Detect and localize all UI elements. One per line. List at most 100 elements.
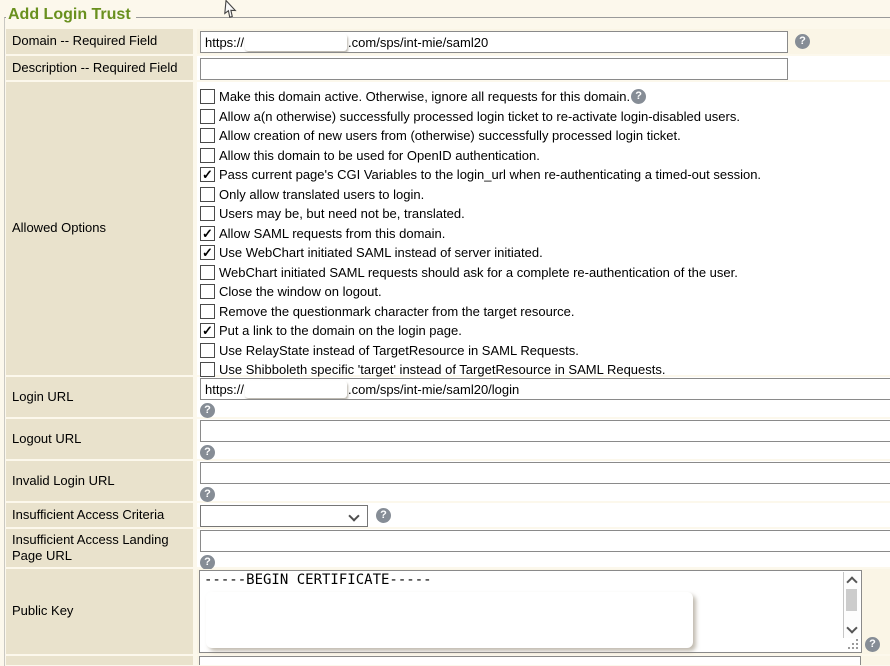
allowed-option-line: Make this domain active. Otherwise, igno… xyxy=(200,87,890,107)
checkbox[interactable] xyxy=(200,284,215,299)
login-url-cell: https://.com/sps/int-mie/saml20/login ? xyxy=(197,377,890,417)
partial-row xyxy=(6,656,890,665)
login-trust-form: Domain -- Required Field https://.com/sp… xyxy=(6,29,890,665)
redaction-box xyxy=(245,381,347,398)
resize-grip-icon[interactable] xyxy=(847,638,859,650)
page-title: Add Login Trust xyxy=(6,6,136,24)
field-label-insufficient-access-criteria: Insufficient Access Criteria xyxy=(6,503,193,527)
insufficient-access-landing-cell: ? xyxy=(197,529,890,567)
insufficient-access-criteria-row: Insufficient Access Criteria ? xyxy=(6,503,890,527)
allowed-option-line: ✓ Allow SAML requests from this domain. … xyxy=(200,224,890,244)
chevron-down-icon xyxy=(348,510,359,521)
checkbox-label: Use RelayState instead of TargetResource… xyxy=(219,343,579,358)
checkbox[interactable]: ✓ xyxy=(200,245,215,260)
checkbox-label: Put a link to the domain on the login pa… xyxy=(219,323,462,338)
insufficient-access-landing-input[interactable] xyxy=(200,530,890,552)
redaction-box xyxy=(206,592,693,648)
scrollbar[interactable] xyxy=(843,572,860,638)
help-icon[interactable]: ? xyxy=(795,34,810,49)
help-icon[interactable]: ? xyxy=(200,403,215,418)
partial-row-label xyxy=(6,656,193,665)
checkbox[interactable]: ✓ xyxy=(200,167,215,182)
checkbox-label: Allow SAML requests from this domain. xyxy=(219,226,445,241)
checkbox-label: Allow creation of new users from (otherw… xyxy=(219,128,681,143)
logout-url-row: Logout URL ? xyxy=(6,419,890,459)
logout-url-input[interactable] xyxy=(200,420,890,442)
allowed-option-line: ✓ Put a link to the domain on the login … xyxy=(200,321,890,341)
partial-row-cell xyxy=(197,656,890,665)
help-icon[interactable]: ? xyxy=(200,487,215,502)
field-label-public-key: Public Key xyxy=(6,569,193,654)
checkbox[interactable] xyxy=(200,265,215,280)
public-key-cell: -----BEGIN CERTIFICATE----- ? xyxy=(197,569,890,654)
invalid-login-url-row: Invalid Login URL ? xyxy=(6,461,890,501)
allowed-option-line: Allow a(n otherwise) successfully proces… xyxy=(200,107,890,127)
public-key-row: Public Key -----BEGIN CERTIFICATE----- ? xyxy=(6,569,890,654)
allowed-option-line: Use RelayState instead of TargetResource… xyxy=(200,341,890,361)
checkbox[interactable] xyxy=(200,128,215,143)
help-icon[interactable]: ? xyxy=(200,445,215,460)
scrollbar-thumb[interactable] xyxy=(846,589,857,611)
allowed-option-line: Only allow translated users to login. ? xyxy=(200,185,890,205)
allowed-option-line: Close the window on logout. ? xyxy=(200,282,890,302)
allowed-option-line: Allow creation of new users from (otherw… xyxy=(200,126,890,146)
help-icon[interactable]: ? xyxy=(376,508,391,523)
checkbox-label: WebChart initiated SAML requests should … xyxy=(219,265,738,280)
checkbox-label: Users may be, but need not be, translate… xyxy=(219,206,465,221)
allowed-option-line: Allow this domain to be used for OpenID … xyxy=(200,146,890,166)
field-label-logout-url: Logout URL xyxy=(6,419,193,459)
checkbox[interactable] xyxy=(200,89,215,104)
field-label-allowed-options: Allowed Options xyxy=(6,82,193,375)
domain-row: Domain -- Required Field https://.com/sp… xyxy=(6,29,890,54)
help-icon[interactable]: ? xyxy=(200,555,215,570)
scrollbar-down-icon[interactable] xyxy=(846,622,857,633)
field-label-invalid-login-url: Invalid Login URL xyxy=(6,461,193,501)
help-icon[interactable]: ? xyxy=(865,637,880,652)
checkbox-label: Close the window on logout. xyxy=(219,284,382,299)
allowed-options-list: Make this domain active. Otherwise, igno… xyxy=(197,82,890,380)
field-label-insufficient-access-landing: Insufficient Access Landing Page URL xyxy=(6,529,193,567)
checkbox-label: Allow this domain to be used for OpenID … xyxy=(219,148,540,163)
invalid-login-url-cell: ? xyxy=(197,461,890,501)
login-url-row: Login URL https://.com/sps/int-mie/saml2… xyxy=(6,377,890,417)
checkbox-label: Remove the questionmark character from t… xyxy=(219,304,575,319)
checkbox-label: Only allow translated users to login. xyxy=(219,187,424,202)
login-url-input[interactable]: https://.com/sps/int-mie/saml20/login xyxy=(200,378,890,400)
insufficient-access-criteria-cell: ? xyxy=(197,503,890,527)
public-key-value: -----BEGIN CERTIFICATE----- xyxy=(200,571,861,589)
checkbox[interactable] xyxy=(200,206,215,221)
scrollbar-up-icon[interactable] xyxy=(846,576,857,587)
public-key-textarea[interactable]: -----BEGIN CERTIFICATE----- xyxy=(199,570,862,653)
field-label-description: Description -- Required Field xyxy=(6,56,193,80)
insufficient-access-criteria-select[interactable] xyxy=(200,505,368,527)
checkbox[interactable]: ✓ xyxy=(200,226,215,241)
partial-input[interactable] xyxy=(199,656,861,665)
login-url-prefix: https:// xyxy=(205,382,244,397)
checkbox-label: Make this domain active. Otherwise, igno… xyxy=(219,89,630,104)
checkbox-label: Use WebChart initiated SAML instead of s… xyxy=(219,245,543,260)
checkbox[interactable]: ✓ xyxy=(200,323,215,338)
insufficient-access-landing-row: Insufficient Access Landing Page URL ? xyxy=(6,529,890,567)
checkbox-label: Use Shibboleth specific 'target' instead… xyxy=(219,362,665,377)
checkbox[interactable] xyxy=(200,109,215,124)
domain-value-suffix: .com/sps/int-mie/saml20 xyxy=(348,35,488,50)
allowed-options-row: Allowed Options Make this domain active.… xyxy=(6,82,890,375)
checkbox-label: Pass current page's CGI Variables to the… xyxy=(219,167,761,182)
allowed-options-cell: Make this domain active. Otherwise, igno… xyxy=(197,82,890,375)
field-label-login-url: Login URL xyxy=(6,377,193,417)
description-input[interactable] xyxy=(200,58,788,80)
redaction-box xyxy=(245,34,347,51)
checkbox[interactable] xyxy=(200,148,215,163)
description-cell xyxy=(197,56,890,80)
checkbox[interactable] xyxy=(200,187,215,202)
domain-input[interactable]: https://.com/sps/int-mie/saml20 xyxy=(200,31,788,53)
domain-cell: https://.com/sps/int-mie/saml20 ? xyxy=(197,29,890,54)
allowed-option-line: ✓ Pass current page's CGI Variables to t… xyxy=(200,165,890,185)
field-label-domain: Domain -- Required Field xyxy=(6,29,193,54)
help-icon[interactable]: ? xyxy=(631,89,646,104)
checkbox[interactable] xyxy=(200,362,215,377)
logout-url-cell: ? xyxy=(197,419,890,459)
checkbox[interactable] xyxy=(200,304,215,319)
checkbox[interactable] xyxy=(200,343,215,358)
invalid-login-url-input[interactable] xyxy=(200,462,890,484)
